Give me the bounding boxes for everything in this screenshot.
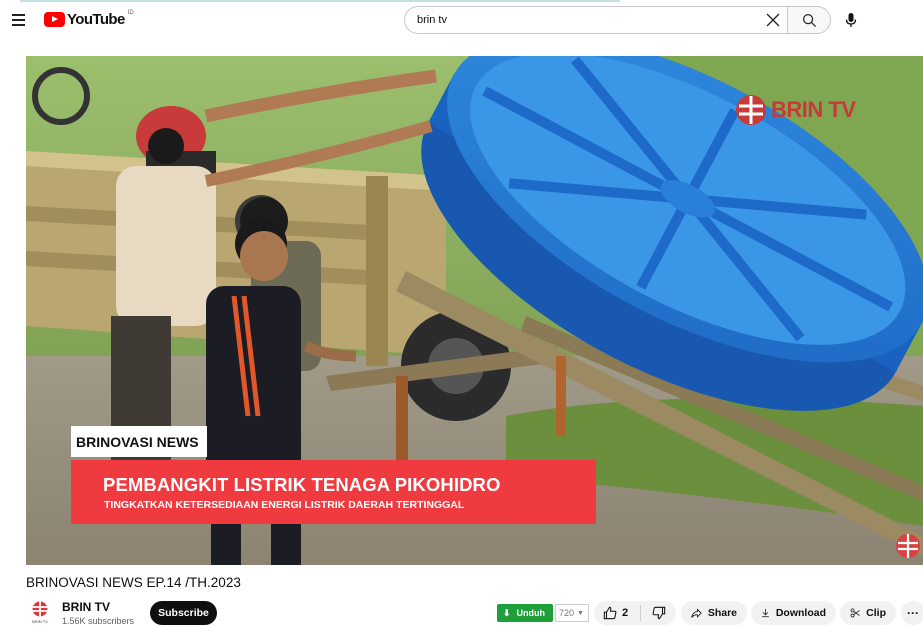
like-count: 2 [622,607,629,619]
video-title: BRINOVASI NEWS EP.14 /TH.2023 [26,575,241,590]
video-player[interactable]: BRIN TV BRINOVASI NEWS PEMBANGKIT LISTRI… [26,56,923,565]
mic-icon[interactable] [840,9,862,31]
download-icon [761,608,769,618]
download-arrow-icon: ⬇ [503,607,511,618]
region-code: ID [127,10,134,16]
like-button[interactable]: 2 [594,601,640,625]
unduh-label: Unduh [516,608,546,618]
youtube-logo[interactable]: YouTube ID [44,9,134,29]
top-accent-bar [20,0,620,2]
menu-icon[interactable] [10,10,28,28]
masthead: YouTube ID [0,0,923,40]
segment-tag: BRINOVASI NEWS [71,426,207,457]
corner-logo-icon [896,534,920,558]
download-button[interactable]: Download [751,601,836,625]
clip-label: Clip [866,607,886,619]
search-button[interactable] [787,6,831,34]
banner-subheadline: TINGKATKAN KETERSEDIAAN ENERGI LISTRIK D… [104,499,465,511]
scissors-icon [850,608,860,618]
watermark-text: BRIN TV [771,97,856,122]
banner-headline: PEMBANGKIT LISTRIK TENAGA PIKOHIDRO [103,474,501,495]
quality-select[interactable]: 720 ▼ [555,604,589,622]
youtube-logo-icon [44,11,65,27]
avatar-label: BRIN TV [32,619,48,624]
brin-tv-watermark: BRIN TV [735,94,856,126]
thumbs-down-icon [652,606,665,620]
dislike-button[interactable] [641,601,676,625]
lower-third-banner: PEMBANGKIT LISTRIK TENAGA PIKOHIDRO TING… [71,460,596,524]
unduh-button[interactable]: ⬇ Unduh [497,604,553,622]
share-icon [691,607,702,618]
logo-text: YouTube [67,10,125,28]
search-input[interactable] [417,14,717,26]
like-dislike-group: 2 [594,601,676,625]
channel-avatar[interactable]: BRIN TV [28,600,52,624]
more-icon: ··· [907,606,919,620]
clear-icon[interactable] [765,12,781,28]
quality-value: 720 [559,608,575,618]
brin-logo-icon [736,95,766,125]
search-box [404,6,787,34]
download-label: Download [775,607,826,619]
thumbs-up-icon [603,606,617,620]
more-actions-button[interactable]: ··· [901,601,923,625]
subscribe-button[interactable]: Subscribe [150,601,217,625]
channel-name[interactable]: BRIN TV [62,600,110,614]
clip-button[interactable]: Clip [840,601,896,625]
share-label: Share [707,607,737,619]
share-button[interactable]: Share [681,601,747,625]
caret-down-icon: ▼ [577,609,584,617]
search-icon [802,13,816,27]
